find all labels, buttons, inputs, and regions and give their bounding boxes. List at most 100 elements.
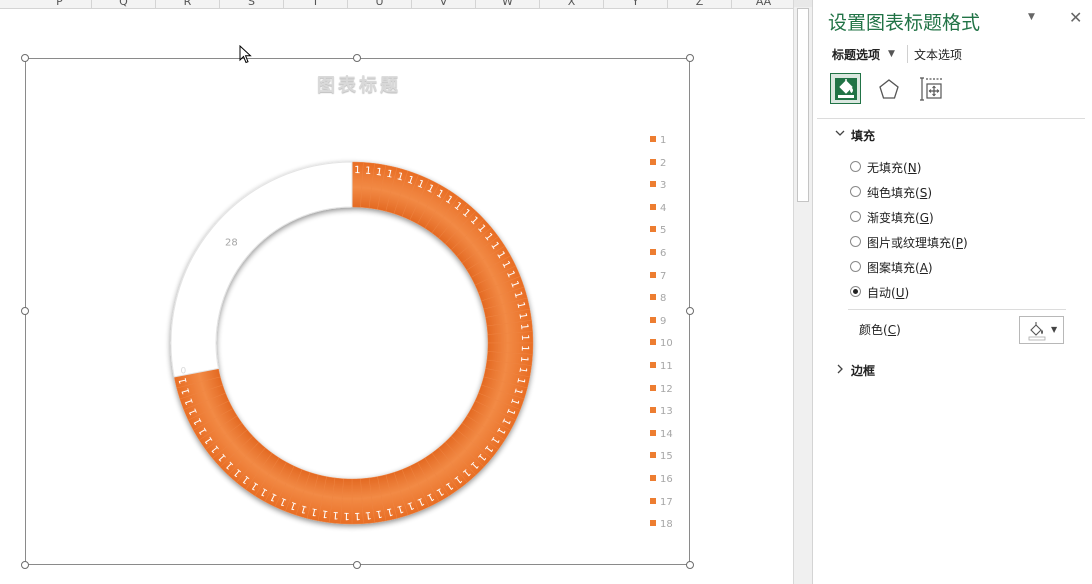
legend-label: 16	[660, 474, 673, 485]
legend-label: 1	[660, 135, 667, 146]
legend-swatch	[650, 339, 656, 346]
fill-color-picker-button[interactable]: ▼	[1019, 316, 1064, 344]
legend-swatch	[650, 452, 656, 459]
legend-swatch	[650, 362, 656, 368]
radio-button[interactable]	[850, 261, 861, 272]
data-label[interactable]: 1	[519, 345, 530, 352]
legend-entry[interactable]: 11	[650, 360, 673, 374]
legend-label: 8	[660, 293, 667, 305]
data-label[interactable]: 1	[518, 323, 530, 330]
doughnut-remainder-segment[interactable]	[170, 161, 353, 378]
legend-entry[interactable]: 1	[650, 134, 666, 148]
legend-entry[interactable]: 18	[650, 518, 673, 532]
data-label[interactable]: 1	[354, 510, 361, 521]
tab-title-options[interactable]: 标题选项	[832, 46, 880, 63]
data-label[interactable]: 1	[354, 165, 361, 176]
legend-entry[interactable]: 12	[650, 383, 673, 397]
legend-swatch	[650, 271, 656, 278]
size-properties-icon	[919, 76, 942, 101]
doughnut-ring[interactable]	[170, 161, 534, 525]
legend-entry[interactable]: 4	[650, 202, 666, 216]
legend-label: 15	[660, 451, 673, 463]
legend-swatch	[650, 520, 656, 527]
size-properties-tab[interactable]	[915, 73, 946, 104]
border-section-header[interactable]: 边框	[851, 362, 875, 379]
legend-entry[interactable]: 17	[650, 496, 673, 510]
legend-swatch	[650, 429, 656, 436]
fill-line-tab[interactable]	[830, 73, 861, 104]
radio-button[interactable]	[850, 161, 861, 172]
effects-pentagon-icon	[878, 78, 899, 99]
data-label[interactable]: 1	[332, 509, 339, 521]
tab-divider	[907, 45, 908, 63]
legend-entry[interactable]: 3	[650, 179, 666, 193]
chevron-down-icon[interactable]	[835, 128, 845, 141]
legend-label: 5	[660, 225, 667, 237]
legend-swatch	[650, 203, 656, 210]
legend-label: 18	[660, 519, 673, 531]
legend-entry[interactable]: 10	[650, 337, 673, 351]
mouse-cursor-icon	[239, 45, 252, 64]
legend-swatch	[650, 181, 656, 188]
legend-entry[interactable]: 14	[650, 428, 673, 442]
resize-handle-bottom-left[interactable]	[21, 561, 29, 569]
scrollbar-thumb[interactable]	[797, 8, 809, 202]
legend-entry[interactable]: 8	[650, 292, 666, 306]
pane-title: 设置图表标题格式	[828, 12, 981, 34]
worksheet[interactable]: P Q R S T U V W X Y Z AA 11111111111111111111111111…	[0, 0, 793, 584]
radio-button[interactable]	[850, 186, 861, 197]
legend-entry[interactable]: 2	[650, 157, 666, 171]
chevron-right-icon[interactable]	[835, 364, 845, 377]
chevron-down-icon[interactable]: ▼	[888, 49, 895, 59]
legend-entry[interactable]: 7	[650, 270, 666, 284]
tab-text-options[interactable]: 文本选项	[914, 46, 962, 63]
resize-handle-top-right[interactable]	[686, 54, 694, 62]
data-label[interactable]: 1	[519, 334, 530, 341]
radio-label: 渐变填充(G)	[867, 211, 934, 225]
radio-button[interactable]	[850, 211, 861, 222]
resize-handle-bottom-right[interactable]	[686, 561, 694, 569]
legend-swatch	[650, 136, 656, 142]
legend-entry[interactable]: 13	[650, 405, 673, 419]
resize-handle-top-left[interactable]	[21, 54, 29, 62]
data-label[interactable]: 1	[365, 509, 372, 521]
legend-swatch	[650, 475, 656, 481]
legend-entry[interactable]: 5	[650, 224, 666, 238]
pane-options-dropdown-icon[interactable]: ▼	[1028, 12, 1038, 22]
color-label: 颜色(C)	[859, 323, 901, 337]
effects-tab[interactable]	[873, 73, 904, 104]
legend-swatch	[650, 158, 656, 165]
legend-swatch	[650, 497, 656, 504]
data-label[interactable]: 1	[518, 356, 530, 363]
radio-label: 图片或纹理填充(P)	[867, 236, 968, 250]
legend-entry[interactable]: 6	[650, 247, 666, 261]
legend-label: 13	[660, 406, 673, 418]
legend-label: 6	[660, 248, 667, 259]
legend-label: 9	[660, 315, 667, 327]
chevron-down-icon: ▼	[1051, 325, 1058, 334]
close-icon[interactable]: ✕	[1069, 8, 1082, 27]
data-label[interactable]: 1	[343, 510, 350, 521]
fill-line-icon	[834, 77, 857, 100]
legend-entry[interactable]: 15	[650, 450, 673, 464]
legend-swatch	[650, 226, 656, 233]
radio-button[interactable]	[850, 236, 861, 247]
data-label[interactable]: 1	[365, 165, 372, 177]
fill-section-header[interactable]: 填充	[851, 127, 875, 144]
resize-handle-top[interactable]	[353, 54, 361, 62]
resize-handle-bottom[interactable]	[353, 561, 361, 569]
legend-entry[interactable]: 9	[650, 315, 666, 329]
chart-title[interactable]: 图表标题	[296, 71, 422, 97]
resize-handle-left[interactable]	[21, 307, 29, 315]
scroll-up-area[interactable]	[794, 0, 812, 7]
legend-swatch	[650, 249, 656, 255]
radio-button[interactable]	[850, 286, 861, 297]
legend-label: 10	[660, 338, 673, 350]
resize-handle-right[interactable]	[686, 307, 694, 315]
radio-label: 图案填充(A)	[867, 261, 933, 275]
radio-label: 自动(U)	[867, 286, 910, 300]
vertical-scrollbar[interactable]	[793, 0, 812, 584]
active-tab-pointer	[836, 105, 848, 111]
legend-entry[interactable]: 16	[650, 473, 673, 487]
remainder-data-label[interactable]: 28	[225, 238, 238, 249]
